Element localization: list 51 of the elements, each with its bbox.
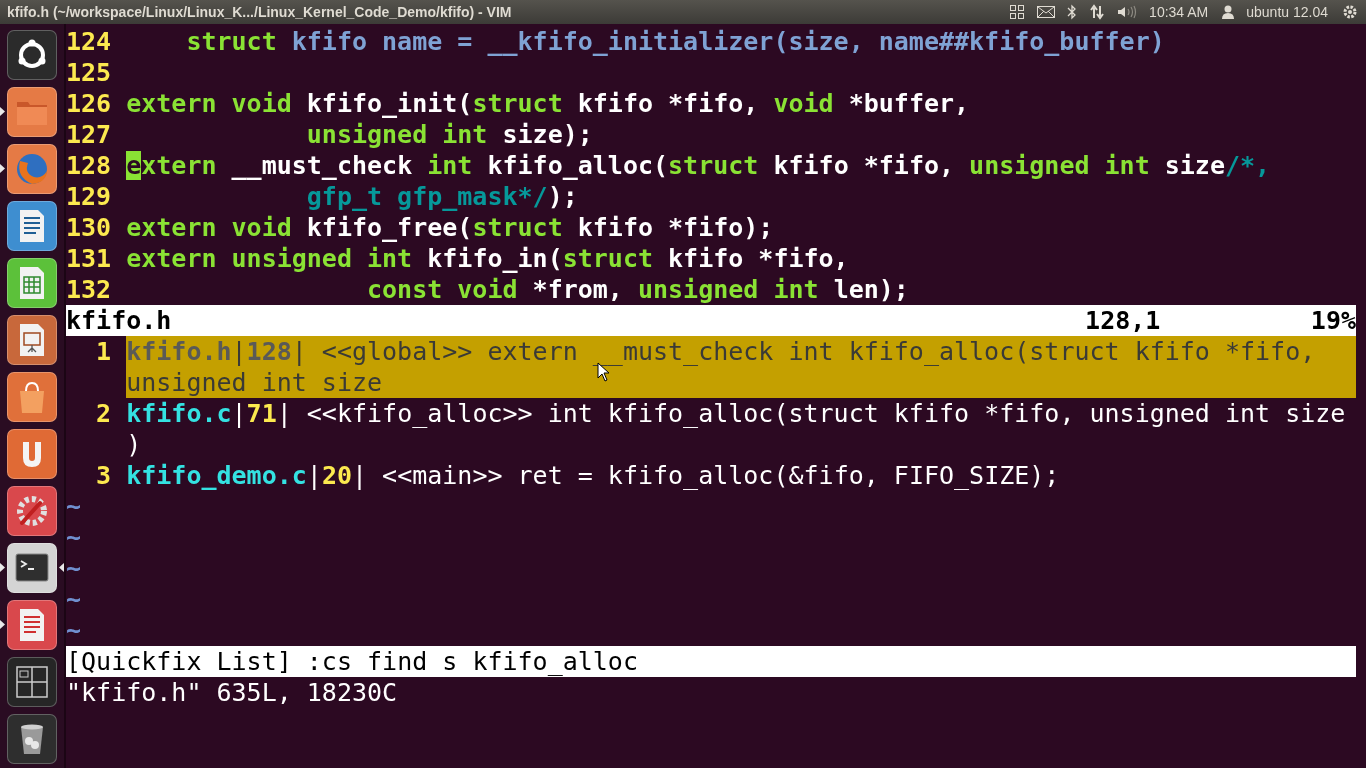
power-settings-icon[interactable] (1342, 4, 1358, 20)
line-number: 124 (66, 26, 112, 57)
quickfix-entry[interactable]: kfifo.c|71| <<kfifo_alloc>> int kfifo_alloc(struct kfifo *fifo, unsigned int size ) (126, 398, 1356, 460)
launcher-item[interactable] (7, 201, 57, 251)
volume-icon[interactable] (1117, 4, 1138, 20)
command-line-message: "kfifo.h" 635L, 18230C (66, 677, 398, 708)
cursor-position: 128,1 (1085, 305, 1162, 336)
entry-number: 1 (95, 336, 112, 368)
code-line: struct kfifo name = __kfifo_initializer(size, name##kfifo_buffer) (185, 26, 1165, 57)
launcher-item[interactable] (7, 315, 57, 365)
entry-number: 2 (95, 398, 112, 430)
line-number: 130 (66, 212, 112, 243)
mail-icon[interactable] (1037, 6, 1056, 18)
network-arrows-icon[interactable] (1089, 4, 1106, 20)
gear-wrench-icon (14, 493, 50, 529)
quickfix-entry[interactable]: kfifo.h|128| <<global>> extern __must_check int kfifo_alloc(struct kfifo *fifo, unsigned int size (126, 336, 1356, 398)
empty-line-marker: ~ (66, 522, 82, 553)
empty-line-marker: ~ (66, 584, 82, 615)
launcher-item[interactable] (7, 657, 57, 707)
line-number: 126 (66, 88, 112, 119)
workspace-grid-icon[interactable] (1009, 4, 1026, 20)
scroll-percent: 19% (1310, 305, 1356, 336)
globe-icon (14, 151, 50, 187)
empty-line-marker: ~ (66, 553, 82, 584)
bluetooth-icon[interactable] (1067, 4, 1078, 20)
code-line: extern __must_check int kfifo_alloc(struct kfifo *fifo, unsigned int size/*, (126, 150, 1271, 181)
code-line: extern unsigned int kfifo_in(struct kfifo *fifo, (126, 243, 849, 274)
entry-number: 3 (95, 460, 112, 491)
empty-line-marker: ~ (66, 615, 82, 646)
launcher-item[interactable] (7, 30, 57, 80)
status-file-name: kfifo.h (66, 305, 173, 336)
code-line: unsigned int size); (305, 119, 593, 150)
line-number: 128 (66, 150, 112, 181)
quickfix-entry[interactable]: kfifo_demo.c|20| <<main>> ret = kfifo_alloc(&fifo, FIFO_SIZE); (126, 460, 1356, 491)
workspace-grid-icon (14, 664, 50, 700)
line-number: 127 (66, 119, 112, 150)
code-line: extern void kfifo_free(struct kfifo *fifo); (126, 212, 774, 243)
line-number: 132 (66, 274, 112, 305)
line-number: 129 (66, 181, 112, 212)
code-line: const void *from, unsigned int len); (366, 274, 909, 305)
code-line: gfp_t gfp_mask*/); (305, 181, 578, 212)
code-line: extern void kfifo_init(struct kfifo *fifo, void *buffer, (126, 88, 970, 119)
launcher-item[interactable] (7, 543, 57, 593)
empty-line-marker: ~ (66, 491, 82, 522)
line-number: 125 (66, 57, 112, 88)
window-title: kfifo.h (~/workspace/Linux/Linux_K.../Linux_Kernel_Code_Demo/kfifo) - VIM (7, 4, 512, 20)
clock[interactable]: 10:34 AM (1149, 4, 1209, 20)
user-name[interactable]: ubuntu 12.04 (1246, 4, 1328, 20)
line-number: 131 (66, 243, 112, 274)
user-icon[interactable] (1222, 5, 1235, 19)
launcher-item[interactable] (7, 714, 57, 764)
